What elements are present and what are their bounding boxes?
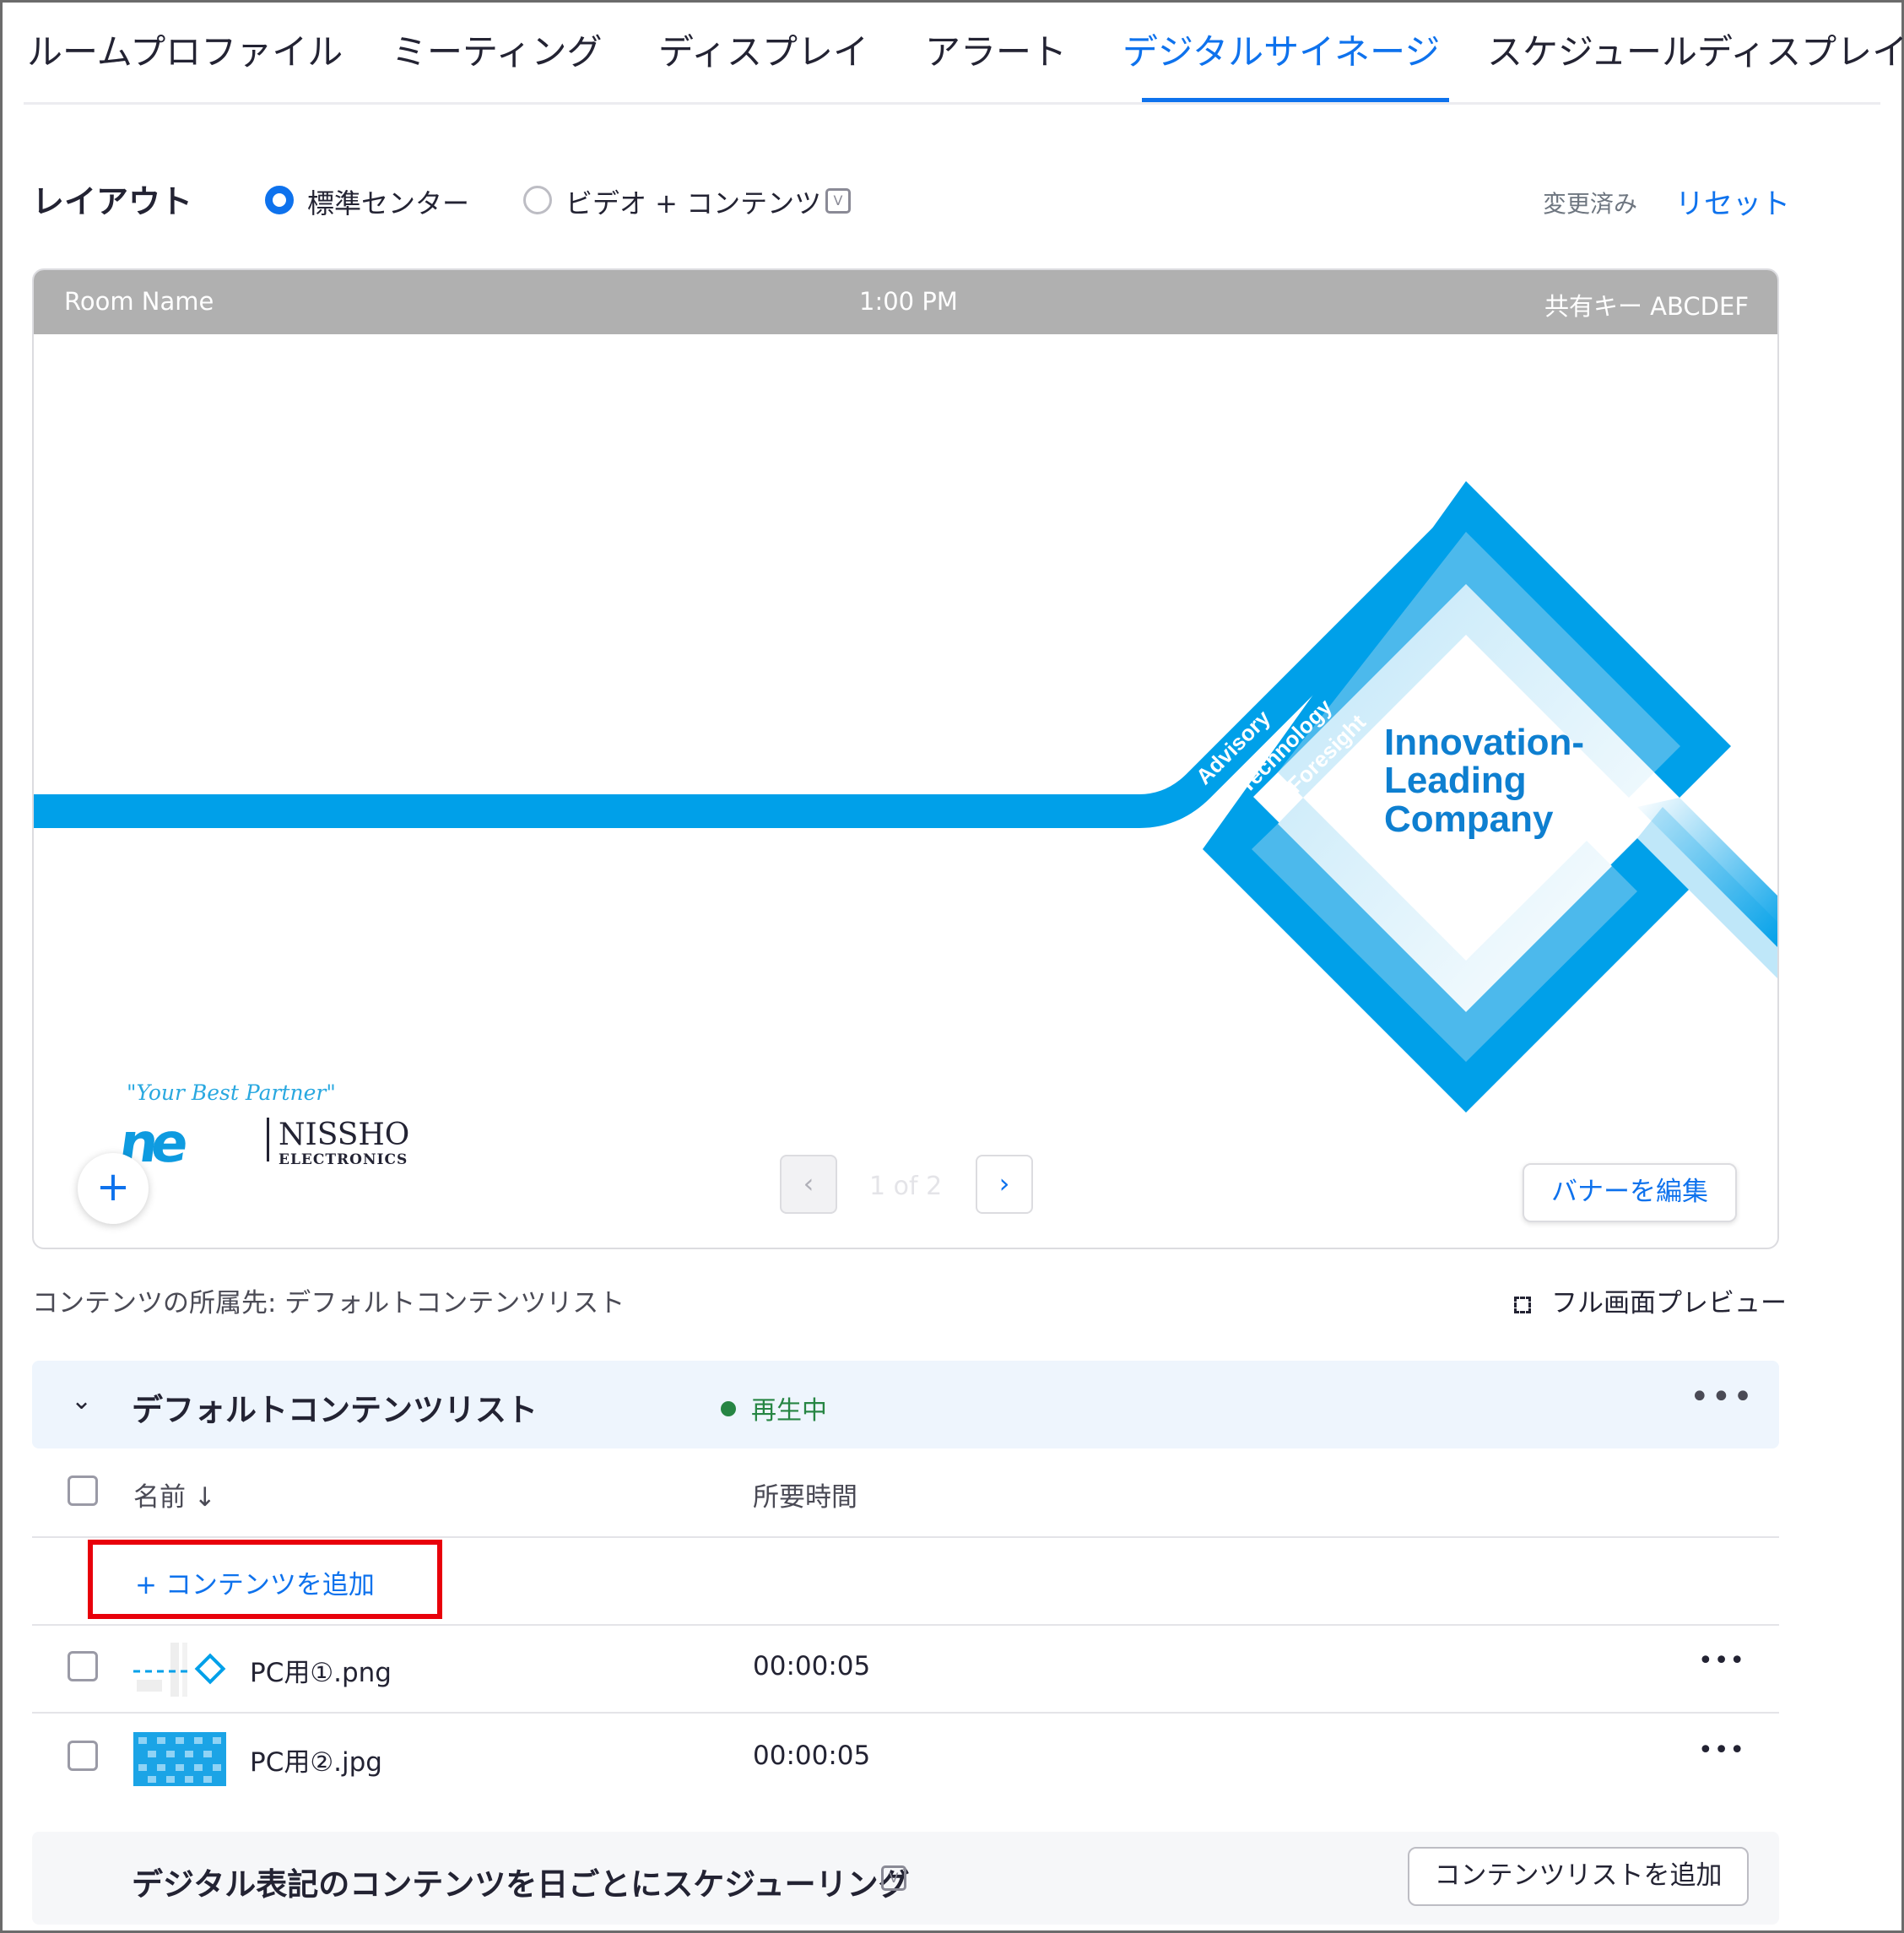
fullscreen-icon xyxy=(1514,1296,1531,1313)
full-screen-preview-link[interactable]: フル画面プレビュー xyxy=(1514,1281,1787,1319)
tab-meeting[interactable]: ミーティング xyxy=(392,24,602,75)
reset-link[interactable]: リセット xyxy=(1675,181,1790,222)
column-header-duration: 所要時間 xyxy=(753,1482,857,1513)
playing-status: 再生中 xyxy=(751,1396,827,1426)
prev-page-button[interactable]: ‹ xyxy=(780,1155,837,1214)
schedule-section: デジタル表記のコンテンツを日ごとにスケジューリング V コンテンツリストを追加 xyxy=(32,1832,1779,1925)
active-tab-indicator xyxy=(1142,98,1449,102)
banner-headline-1: Innovation- xyxy=(1384,722,1584,763)
content-belongs-to: コンテンツの所属先: デフォルトコンテンツリスト xyxy=(32,1288,625,1318)
changed-status: 変更済み xyxy=(1543,190,1638,218)
chevron-right-icon: › xyxy=(998,1167,1010,1199)
radio-standard-center[interactable] xyxy=(265,186,294,214)
divider xyxy=(32,1624,1779,1626)
tab-alert[interactable]: アラート xyxy=(925,24,1067,75)
banner-headline-2: Leading xyxy=(1384,760,1527,801)
radio-video-content-label[interactable]: ビデオ + コンテンツ xyxy=(565,182,821,221)
full-screen-preview-label: フル画面プレビュー xyxy=(1551,1288,1787,1318)
chevron-left-icon: ‹ xyxy=(803,1167,814,1199)
banner-headline-3: Company xyxy=(1384,799,1554,840)
file-name: PC用①.png xyxy=(250,1658,392,1688)
page-indicator: 1 of 2 xyxy=(869,1172,943,1201)
logo-name: NISSHO xyxy=(279,1118,410,1152)
radio-standard-center-label[interactable]: 標準センター xyxy=(307,182,469,221)
file-duration: 00:00:05 xyxy=(753,1741,871,1771)
logo-subname: ELECTRONICS xyxy=(279,1151,408,1168)
tab-room-profile[interactable]: ルームプロファイル xyxy=(27,24,343,75)
tab-schedule-display[interactable]: スケジュールディスプレイ xyxy=(1487,24,1904,75)
radio-video-content[interactable] xyxy=(523,186,552,214)
share-key: 共有キー ABCDEF xyxy=(1544,292,1749,321)
column-header-name[interactable]: 名前 ↓ xyxy=(133,1475,216,1513)
edit-banner-button[interactable]: バナーを編集 xyxy=(1523,1163,1737,1222)
schedule-title: デジタル表記のコンテンツを日ごとにスケジューリング xyxy=(132,1866,910,1903)
signage-preview: Room Name 1:00 PM 共有キー ABCDEF Advisory T… xyxy=(32,268,1779,1249)
upgrade-badge-icon: V xyxy=(881,1865,906,1891)
layout-label: レイアウト xyxy=(32,183,193,220)
file-duration: 00:00:05 xyxy=(753,1651,871,1681)
row-more-options-icon[interactable]: ••• xyxy=(1698,1646,1745,1676)
row-checkbox[interactable] xyxy=(68,1651,98,1681)
row-more-options-icon[interactable]: ••• xyxy=(1698,1735,1745,1765)
next-page-button[interactable]: › xyxy=(976,1155,1033,1214)
divider xyxy=(32,1712,1779,1714)
add-banner-button[interactable]: + xyxy=(78,1153,149,1224)
clock-time: 1:00 PM xyxy=(859,287,958,316)
tab-bar: ルームプロファイル ミーティング ディスプレイ アラート デジタルサイネージ ス… xyxy=(24,0,1904,105)
upgrade-badge-icon: V xyxy=(825,188,851,214)
banner-image: Advisory Technology Foresight Innovation… xyxy=(34,481,1777,1113)
preview-header-bar: Room Name 1:00 PM 共有キー ABCDEF xyxy=(34,270,1777,334)
add-content-list-button[interactable]: コンテンツリストを追加 xyxy=(1408,1847,1749,1906)
file-thumbnail xyxy=(133,1643,226,1697)
content-list-title: デフォルトコンテンツリスト xyxy=(132,1392,538,1428)
divider xyxy=(32,1536,1779,1538)
file-thumbnail xyxy=(133,1732,226,1786)
list-more-options-icon[interactable]: ••• xyxy=(1690,1378,1755,1416)
highlight-box xyxy=(88,1540,442,1619)
plus-icon: + xyxy=(95,1163,131,1210)
file-name: PC用②.jpg xyxy=(250,1747,382,1778)
playing-status-dot xyxy=(721,1401,736,1416)
tab-digital-signage[interactable]: デジタルサイネージ xyxy=(1122,24,1440,75)
room-name: Room Name xyxy=(64,287,214,316)
row-checkbox[interactable] xyxy=(68,1741,98,1771)
content-list-header: ⌄ デフォルトコンテンツリスト 再生中 ••• xyxy=(32,1361,1779,1448)
logo-separator xyxy=(267,1118,269,1161)
select-all-checkbox[interactable] xyxy=(68,1475,98,1506)
chevron-down-icon[interactable]: ⌄ xyxy=(71,1386,92,1416)
tab-display[interactable]: ディスプレイ xyxy=(658,24,868,75)
logo-tagline: "Your Best Partner" xyxy=(127,1080,336,1105)
